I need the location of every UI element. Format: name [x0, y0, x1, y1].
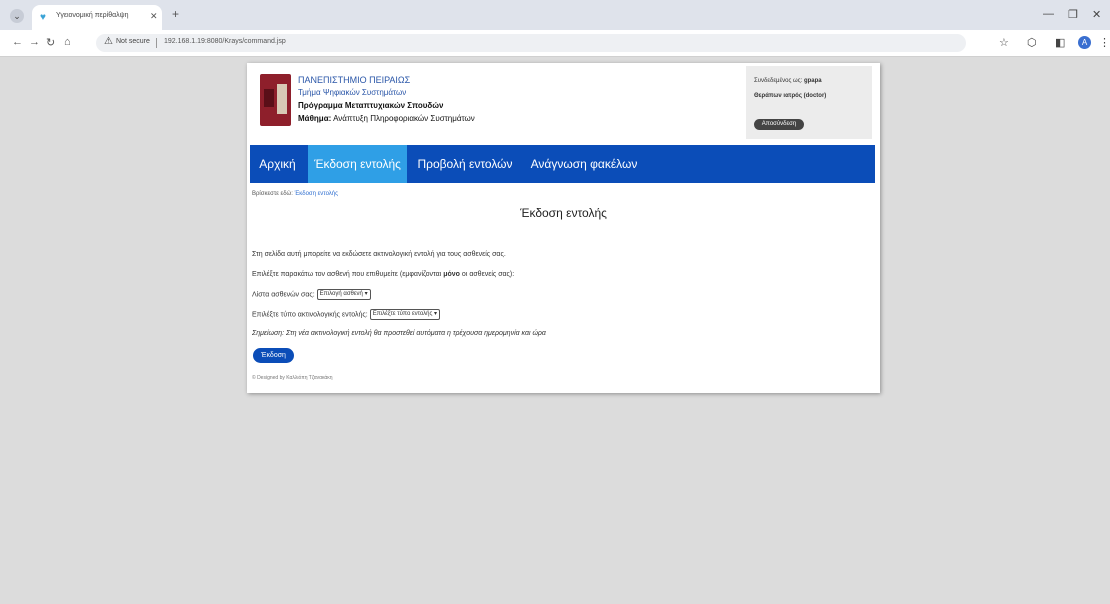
order-type-select-value: Επιλέξτε τύπο εντολής — [372, 311, 433, 317]
logo-shield-right — [277, 84, 287, 114]
chevron-down-icon: ▾ — [434, 311, 438, 317]
breadcrumb-prefix: Βρίσκεστε εδώ: — [252, 191, 293, 197]
logo-shield-left — [264, 89, 274, 107]
minimize-icon[interactable]: — — [1043, 8, 1054, 20]
breadcrumb-current[interactable]: Έκδοση εντολής — [295, 191, 338, 197]
patient-select-value: Επιλογή ασθενή — [319, 291, 363, 297]
patients-row: Λίστα ασθενών σας: Επιλογή ασθενή ▾ — [252, 289, 371, 300]
nav-item-issue-order[interactable]: Έκδοση εντολής — [308, 145, 407, 183]
logout-button[interactable]: Αποσύνδεση — [754, 119, 804, 130]
nav-item-home[interactable]: Αρχική — [250, 145, 305, 183]
breadcrumb: Βρίσκεστε εδώ: Έκδοση εντολής — [252, 191, 338, 197]
not-secure-label[interactable]: Not secure — [116, 38, 150, 45]
username: gpapa — [803, 78, 822, 84]
role-line: Θεράπων ιατρός (doctor) — [754, 93, 826, 99]
course-name: Ανάπτυξη Πληροφοριακών Συστημάτων — [333, 114, 475, 123]
page-card: ΠΑΝΕΠΙΣΤΗΜΙΟ ΠΕΙΡΑΙΩΣ Τμήμα Ψηφιακών Συσ… — [247, 63, 880, 393]
browser-tab[interactable]: ♥ Υγειονομική περίθαλψη ✕ — [32, 5, 162, 30]
role-label: Θεράπων ιατρός — [754, 93, 802, 99]
back-icon[interactable]: ← — [12, 36, 23, 48]
nav-item-view-orders[interactable]: Προβολή εντολών — [412, 145, 518, 183]
university-name: ΠΑΝΕΠΙΣΤΗΜΙΟ ΠΕΙΡΑΙΩΣ — [298, 75, 411, 85]
reload-icon[interactable]: ↻ — [46, 36, 55, 49]
address-bar[interactable]: ⚠ Not secure 192.168.1.19:8080/Krays/com… — [96, 34, 966, 52]
extensions-icon[interactable]: ⬡ — [1027, 36, 1037, 49]
role-value: (doctor) — [803, 93, 827, 99]
note-text: Σημείωση: Στη νέα ακτινολογική εντολή θα… — [252, 330, 546, 337]
close-window-icon[interactable]: ✕ — [1092, 8, 1101, 21]
connected-as-line: Συνδεδεμένος ως: gpapa — [754, 78, 822, 84]
bookmark-star-icon[interactable]: ☆ — [999, 36, 1009, 49]
order-type-row: Επιλέξτε τύπο ακτινολογικής εντολής: Επι… — [252, 309, 441, 320]
page-viewport: ΠΑΝΕΠΙΣΤΗΜΙΟ ΠΕΙΡΑΙΩΣ Τμήμα Ψηφιακών Συσ… — [0, 57, 1110, 604]
course-label: Μάθημα: — [298, 114, 332, 123]
url-text[interactable]: 192.168.1.19:8080/Krays/command.jsp — [164, 38, 286, 45]
side-panel-icon[interactable]: ◧ — [1055, 36, 1065, 49]
forward-icon[interactable]: → — [29, 36, 40, 48]
instruction-post: οι ασθενείς σας): — [461, 271, 515, 278]
university-logo — [260, 74, 291, 126]
nav-item-read-files[interactable]: Ανάγνωση φακέλων — [526, 145, 642, 183]
more-menu-icon[interactable]: ⋮ — [1099, 36, 1110, 49]
heart-favicon-icon: ♥ — [40, 12, 46, 23]
issue-order-button[interactable]: Έκδοση — [253, 348, 294, 363]
profile-avatar[interactable]: A — [1078, 36, 1091, 49]
tab-search-icon[interactable]: ⌄ — [10, 9, 24, 23]
department-name: Τμήμα Ψηφιακών Συστημάτων — [298, 88, 407, 97]
order-type-select[interactable]: Επιλέξτε τύπο εντολής ▾ — [369, 309, 441, 320]
tab-title: Υγειονομική περίθαλψη — [56, 12, 129, 19]
new-tab-icon[interactable]: + — [172, 7, 179, 21]
chevron-down-icon: ▾ — [364, 291, 368, 297]
warning-icon: ⚠ — [104, 36, 113, 47]
url-divider — [156, 38, 157, 48]
instruction-bold: μόνο — [443, 271, 460, 278]
program-name: Πρόγραμμα Μεταπτυχιακών Σπουδών — [298, 101, 444, 110]
main-navbar: Αρχική Έκδοση εντολής Προβολή εντολών Αν… — [250, 145, 875, 183]
connected-label: Συνδεδεμένος ως: — [754, 78, 803, 84]
course-line: Μάθημα: Ανάπτυξη Πληροφοριακών Συστημάτω… — [298, 114, 475, 123]
instruction-pre: Επιλέξτε παρακάτω τον ασθενή που επιθυμε… — [252, 271, 442, 278]
footer-credit: © Designed by Καλλιόπη Τζανακάκη — [252, 375, 333, 381]
user-info-box: Συνδεδεμένος ως: gpapa Θεράπων ιατρός (d… — [746, 66, 872, 139]
home-icon[interactable]: ⌂ — [64, 36, 71, 48]
close-tab-icon[interactable]: ✕ — [150, 11, 158, 22]
patients-label: Λίστα ασθενών σας: — [252, 291, 315, 299]
intro-text: Στη σελίδα αυτή μπορείτε να εκδώσετε ακτ… — [252, 251, 506, 258]
restore-icon[interactable]: ❐ — [1068, 8, 1078, 21]
order-type-label: Επιλέξτε τύπο ακτινολογικής εντολής: — [252, 311, 368, 319]
browser-tab-strip: ⌄ ♥ Υγειονομική περίθαλψη ✕ + — ❐ ✕ — [0, 0, 1110, 30]
patient-select[interactable]: Επιλογή ασθενή ▾ — [316, 289, 371, 300]
page-title: Έκδοση εντολής — [520, 206, 607, 220]
select-patient-instruction: Επιλέξτε παρακάτω τον ασθενή που επιθυμε… — [252, 271, 514, 278]
browser-toolbar: ← → ↻ ⌂ ⚠ Not secure 192.168.1.19:8080/K… — [0, 30, 1110, 57]
